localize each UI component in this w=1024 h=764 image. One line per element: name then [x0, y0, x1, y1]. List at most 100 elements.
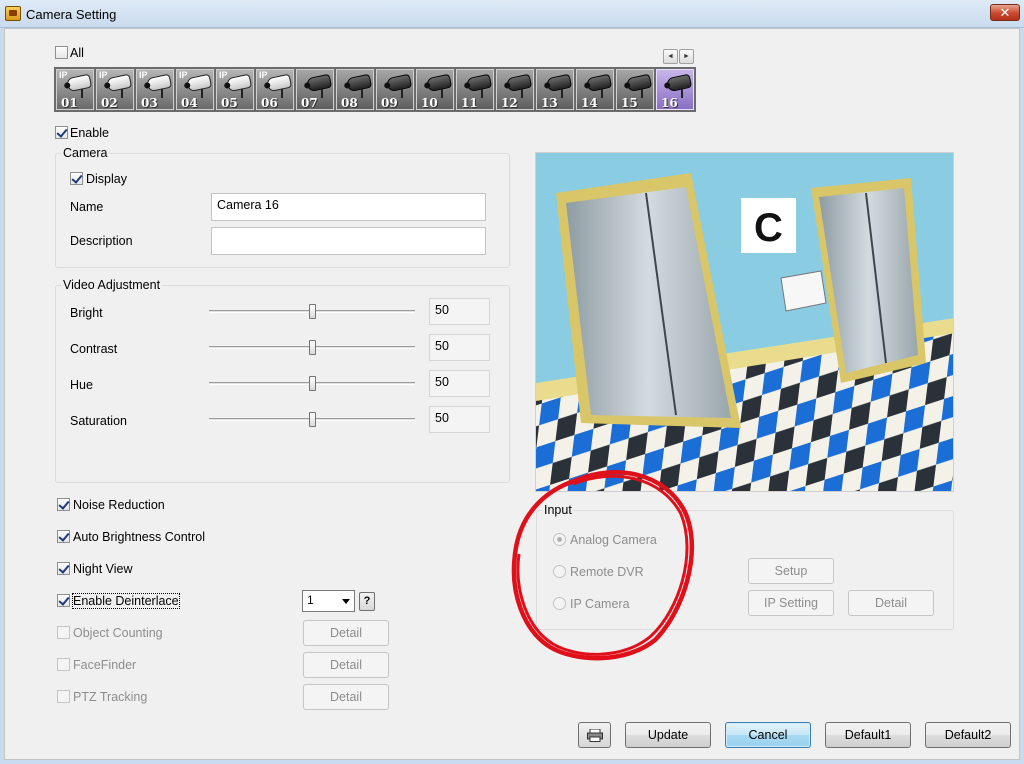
camera-tile-04[interactable]: IP 04 — [176, 69, 214, 110]
bright-slider-thumb[interactable] — [309, 304, 316, 319]
camera-number: 13 — [541, 96, 558, 110]
camera-group-title: Camera — [61, 146, 110, 160]
scroll-right-button[interactable]: ► — [679, 49, 694, 64]
camera-tile-16[interactable]: 16 — [656, 69, 694, 110]
camera-number: 01 — [61, 96, 78, 110]
camera-number: 16 — [661, 96, 678, 110]
camera-icon — [345, 73, 373, 93]
default1-button[interactable]: Default1 — [825, 722, 911, 748]
camera-mount — [401, 89, 403, 98]
camera-number: 09 — [381, 96, 398, 110]
night-view-checkbox[interactable] — [57, 562, 70, 575]
auto-brightness-checkbox[interactable] — [57, 530, 70, 543]
name-label: Name — [70, 200, 104, 214]
camera-mount — [321, 89, 323, 98]
camera-mount — [641, 89, 643, 98]
camera-tile-09[interactable]: 09 — [376, 69, 414, 110]
camera-tile-02[interactable]: IP 02 — [96, 69, 134, 110]
camera-icon — [225, 73, 253, 93]
contrast-slider-thumb[interactable] — [309, 340, 316, 355]
red-annotation-circle — [511, 470, 695, 661]
name-input[interactable]: Camera 16 — [211, 193, 486, 221]
cancel-button[interactable]: Cancel — [725, 722, 811, 748]
deinterlace-help-button[interactable]: ? — [359, 592, 375, 611]
camera-mount — [521, 89, 523, 98]
camera-number: 05 — [221, 96, 238, 110]
camera-mount — [241, 89, 243, 98]
camera-icon — [265, 73, 293, 93]
camera-number: 12 — [501, 96, 518, 110]
window-border-bottom — [0, 760, 1024, 764]
camera-mount — [281, 89, 283, 98]
scroll-left-button[interactable]: ◄ — [663, 49, 678, 64]
ip-badge: IP — [219, 70, 228, 80]
camera-number: 08 — [341, 96, 358, 110]
hue-slider-thumb[interactable] — [309, 376, 316, 391]
camera-number: 10 — [421, 96, 438, 110]
camera-icon — [305, 73, 333, 93]
object-counting-detail-button[interactable]: Detail — [303, 620, 389, 646]
ip-badge: IP — [179, 70, 188, 80]
ptz-tracking-detail-button[interactable]: Detail — [303, 684, 389, 710]
hue-label: Hue — [70, 378, 93, 392]
camera-number: 14 — [581, 96, 598, 110]
camera-icon — [545, 73, 573, 93]
camera-tile-07[interactable]: 07 — [296, 69, 334, 110]
default2-button[interactable]: Default2 — [925, 722, 1011, 748]
ip-badge: IP — [99, 70, 108, 80]
camera-tile-12[interactable]: 12 — [496, 69, 534, 110]
camera-tile-01[interactable]: IP 01 — [56, 69, 94, 110]
object-counting-label: Object Counting — [73, 626, 163, 640]
camera-icon — [185, 73, 213, 93]
camera-tile-14[interactable]: 14 — [576, 69, 614, 110]
saturation-label: Saturation — [70, 414, 127, 428]
ptz-tracking-checkbox[interactable] — [57, 690, 70, 703]
auto-brightness-label: Auto Brightness Control — [73, 530, 206, 544]
camera-tile-05[interactable]: IP 05 — [216, 69, 254, 110]
deinterlace-select[interactable]: 1 — [302, 590, 355, 612]
enable-label: Enable — [70, 126, 109, 140]
preview-image: C — [536, 153, 953, 491]
facefinder-checkbox[interactable] — [57, 658, 70, 671]
update-button[interactable]: Update — [625, 722, 711, 748]
noise-reduction-checkbox[interactable] — [57, 498, 70, 511]
camera-tile-11[interactable]: 11 — [456, 69, 494, 110]
display-checkbox[interactable] — [70, 172, 83, 185]
camera-tile-03[interactable]: IP 03 — [136, 69, 174, 110]
saturation-slider-thumb[interactable] — [309, 412, 316, 427]
saturation-value[interactable]: 50 — [429, 406, 490, 433]
hue-value[interactable]: 50 — [429, 370, 490, 397]
close-button[interactable]: ✕ — [990, 4, 1020, 21]
noise-reduction-label: Noise Reduction — [73, 498, 165, 512]
print-button[interactable] — [578, 722, 611, 748]
ptz-tracking-label: PTZ Tracking — [73, 690, 148, 704]
camera-icon — [585, 73, 613, 93]
camera-icon — [665, 73, 693, 93]
ip-setting-button[interactable]: IP Setting — [748, 590, 834, 616]
camera-tile-06[interactable]: IP 06 — [256, 69, 294, 110]
camera-mount — [481, 89, 483, 98]
input-detail-button[interactable]: Detail — [848, 590, 934, 616]
camera-icon — [425, 73, 453, 93]
camera-tile-10[interactable]: 10 — [416, 69, 454, 110]
camera-mount — [361, 89, 363, 98]
description-input[interactable] — [211, 227, 486, 255]
camera-tile-15[interactable]: 15 — [616, 69, 654, 110]
camera-tile-13[interactable]: 13 — [536, 69, 574, 110]
enable-deinterlace-checkbox[interactable] — [57, 594, 70, 607]
camera-number: 04 — [181, 96, 198, 110]
camera-tile-08[interactable]: 08 — [336, 69, 374, 110]
setup-button[interactable]: Setup — [748, 558, 834, 584]
enable-checkbox[interactable] — [55, 126, 68, 139]
camera-mount — [681, 89, 683, 98]
printer-icon — [587, 729, 603, 742]
all-checkbox[interactable] — [55, 46, 68, 59]
camera-icon — [145, 73, 173, 93]
ip-badge: IP — [139, 70, 148, 80]
bright-value[interactable]: 50 — [429, 298, 490, 325]
camera-mount — [441, 89, 443, 98]
facefinder-detail-button[interactable]: Detail — [303, 652, 389, 678]
contrast-value[interactable]: 50 — [429, 334, 490, 361]
camera-number: 02 — [101, 96, 118, 110]
object-counting-checkbox[interactable] — [57, 626, 70, 639]
